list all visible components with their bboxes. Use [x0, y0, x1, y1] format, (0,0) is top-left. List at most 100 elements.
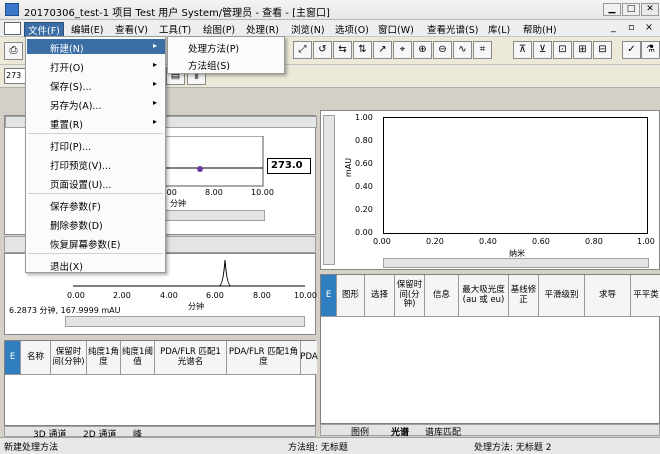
tool-icon-4[interactable]: ⇅ — [353, 41, 372, 59]
xtick: 0.00 — [67, 291, 85, 300]
tool-icon-15[interactable]: ⊟ — [593, 41, 612, 59]
col-header[interactable]: 纯度1角度 — [87, 341, 121, 374]
col-header[interactable]: PDA/FLR 匹配1角度 — [227, 341, 301, 374]
xtick: 10.00 — [294, 291, 317, 300]
col-header[interactable]: 图形 — [337, 275, 365, 316]
ytick: 1.00 — [355, 113, 373, 122]
mdi-restore-icon[interactable]: ▫ — [625, 22, 637, 33]
tool-icon-13[interactable]: ⊡ — [553, 41, 572, 59]
menu-item-print[interactable]: 打印(P)... — [50, 139, 91, 153]
tool-icon-5[interactable]: ↗ — [373, 41, 392, 59]
xtick: 4.00 — [160, 291, 178, 300]
status-method-set: 方法组: 无标题 — [288, 443, 348, 453]
tool-icon-2[interactable]: ↺ — [313, 41, 332, 59]
wavelength-box[interactable]: 273.0 — [267, 158, 311, 174]
tool-icon-3[interactable]: ⇆ — [333, 41, 352, 59]
col-header[interactable]: 信息 — [425, 275, 459, 316]
xtick: 2.00 — [113, 291, 131, 300]
col-header[interactable]: 选择 — [365, 275, 395, 316]
minimize-button[interactable]: ▁ — [603, 3, 621, 16]
right-hscroll[interactable] — [383, 258, 649, 268]
menu-help[interactable]: 帮助(H) — [520, 22, 560, 36]
wavelength-field[interactable]: 273 — [4, 68, 26, 84]
status-bar: 新建处理方法 方法组: 无标题 处理方法: 无标题 2 — [0, 437, 660, 454]
menu-item-delete-params[interactable]: 删除参数(D) — [50, 218, 103, 232]
submenu-arrow-icon: ▸ — [152, 117, 157, 126]
peak-table: E 名称 保留时间(分钟) 纯度1角度 纯度1阈值 PDA/FLR 匹配1光谱名… — [4, 340, 318, 426]
menu-item-exit[interactable]: 退出(X) — [50, 259, 83, 273]
menu-item-restore-screen[interactable]: 恢复屏幕参数(E) — [50, 237, 120, 251]
col-header[interactable]: 保留时间(分钟) — [51, 341, 87, 374]
menu-item-save[interactable]: 保存(S)... — [50, 79, 92, 93]
y-label: mAU — [344, 157, 354, 178]
menu-plot[interactable]: 绘图(P) — [200, 22, 238, 36]
menu-item-open[interactable]: 打开(O) — [50, 60, 84, 74]
table-corner-icon: E — [5, 341, 21, 374]
menu-browse[interactable]: 浏览(N) — [288, 22, 328, 36]
ytick: 0.60 — [355, 159, 373, 168]
ytick: 0.00 — [355, 228, 373, 237]
tool-icon-10[interactable]: ⌗ — [473, 41, 492, 59]
table-corner-icon: E — [321, 275, 337, 316]
xtick: 0.80 — [585, 237, 603, 246]
xtick: 0.40 — [479, 237, 497, 246]
xtick: 10.00 — [251, 188, 274, 197]
right-vscroll[interactable] — [323, 115, 335, 265]
tool-icon-9[interactable]: ∿ — [453, 41, 472, 59]
tool-icon-17[interactable]: ⚗ — [641, 41, 660, 59]
col-header[interactable]: 最大吸光度(au 或 eu) — [459, 275, 509, 316]
menu-separator — [28, 193, 163, 194]
col-header[interactable]: 保留时间(分钟) — [395, 275, 425, 316]
menu-edit[interactable]: 编辑(E) — [68, 22, 106, 36]
print-icon[interactable]: ⎙ — [4, 42, 23, 60]
mdi-close-icon[interactable]: × — [642, 22, 656, 33]
menu-item-new[interactable]: 新建(N) — [50, 41, 84, 55]
tool-icon-16[interactable]: ✓ — [622, 41, 641, 59]
col-header[interactable]: PDA — [300, 341, 318, 374]
menu-item-page-setup[interactable]: 页面设置(U)... — [50, 177, 111, 191]
menu-view-spectrum[interactable]: 查看光谱(S) — [424, 22, 481, 36]
xtick: 6.00 — [206, 291, 224, 300]
spectrum-table: E 图形 选择 保留时间(分钟) 信息 最大吸光度(au 或 eu) 基线修正 … — [320, 274, 660, 424]
tool-icon-14[interactable]: ⊞ — [573, 41, 592, 59]
menu-window[interactable]: 窗口(W) — [375, 22, 417, 36]
menu-tools[interactable]: 工具(T) — [156, 22, 194, 36]
tool-icon-6[interactable]: ⌖ — [393, 41, 412, 59]
col-header[interactable]: 纯度1阈值 — [121, 341, 155, 374]
menu-view[interactable]: 查看(V) — [112, 22, 151, 36]
tool-icon-8[interactable]: ⊖ — [433, 41, 452, 59]
xtick: 1.00 — [637, 237, 655, 246]
menu-options[interactable]: 选项(O) — [332, 22, 372, 36]
submenu-item-processing-method[interactable]: 处理方法(P) — [188, 41, 239, 55]
col-header[interactable]: 名称 — [21, 341, 51, 374]
col-header[interactable]: 求导 — [585, 275, 631, 316]
menu-item-save-params[interactable]: 保存参数(F) — [50, 199, 101, 213]
tool-icon-1[interactable]: ⤢ — [293, 41, 312, 59]
close-button[interactable]: ✕ — [641, 3, 659, 16]
tool-icon-7[interactable]: ⊕ — [413, 41, 432, 59]
col-header[interactable]: 平滑级别 — [539, 275, 585, 316]
window-title: 20170306_test-1 项目 Test 用户 System/管理员 - … — [24, 8, 330, 19]
status-processing-method: 处理方法: 无标题 2 — [474, 443, 552, 453]
xtick: 0.20 — [426, 237, 444, 246]
menu-item-reset[interactable]: 重置(R) — [50, 117, 83, 131]
col-header[interactable]: 基线修正 — [509, 275, 539, 316]
menu-process[interactable]: 处理(R) — [243, 22, 282, 36]
submenu-item-method-set[interactable]: 方法组(S) — [188, 58, 230, 72]
menu-item-save-as[interactable]: 另存为(A)... — [50, 98, 101, 112]
submenu-arrow-icon: ▸ — [152, 98, 157, 107]
app-icon — [5, 3, 19, 16]
chromatogram-hscroll[interactable] — [65, 316, 305, 327]
col-header[interactable]: PDA/FLR 匹配1光谱名 — [155, 341, 227, 374]
menu-library[interactable]: 库(L) — [485, 22, 513, 36]
tool-icon-12[interactable]: ⊻ — [533, 41, 552, 59]
file-menu-dropdown: 新建(N) ▸ 打开(O) ▸ 保存(S)... ▸ 另存为(A)... ▸ 重… — [25, 36, 166, 273]
menu-bar: 文件(F) 编辑(E) 查看(V) 工具(T) 绘图(P) 处理(R) 浏览(N… — [0, 20, 660, 38]
mdi-icon[interactable] — [4, 22, 21, 35]
menu-item-print-preview[interactable]: 打印预览(V)... — [50, 158, 111, 172]
maximize-button[interactable]: □ — [622, 3, 640, 16]
tool-icon-11[interactable]: ⊼ — [513, 41, 532, 59]
mdi-minimize-icon[interactable]: _ — [608, 22, 619, 33]
xtick: 8.00 — [253, 291, 271, 300]
col-header[interactable]: 平平类 — [631, 275, 660, 316]
